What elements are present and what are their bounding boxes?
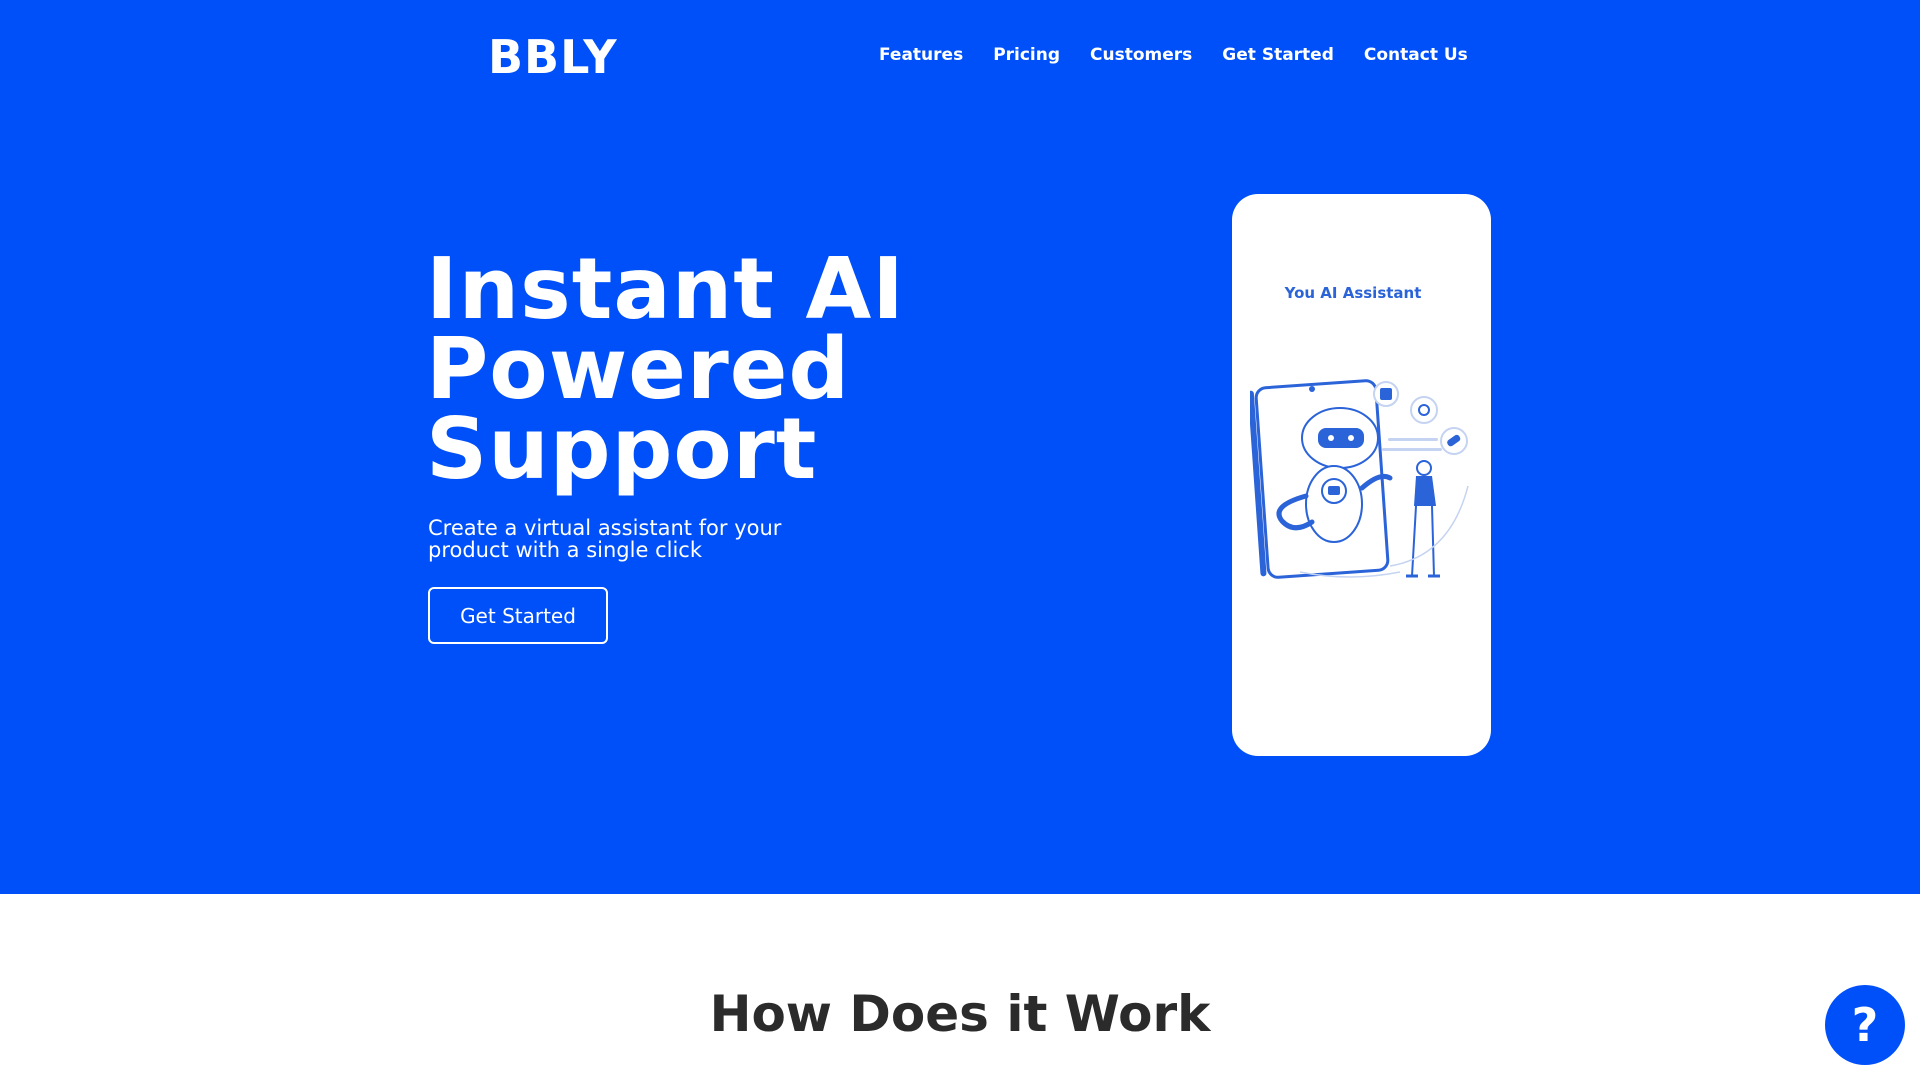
help-button[interactable]: ? xyxy=(1825,985,1905,1065)
nav-item-get-started[interactable]: Get Started xyxy=(1222,45,1334,65)
get-started-button[interactable]: Get Started xyxy=(428,587,608,644)
robot-assistant-illustration xyxy=(1250,379,1469,579)
nav-item-customers[interactable]: Customers xyxy=(1090,45,1192,65)
phone-mockup: You AI Assistant xyxy=(1232,194,1491,756)
hero-section: BBLY Features Pricing Customers Get Star… xyxy=(0,0,1920,894)
hero-headline: Instant AI Powered Support xyxy=(426,240,905,499)
logo[interactable]: BBLY xyxy=(488,30,618,84)
headline-line-3: Support xyxy=(426,400,818,499)
headline-line-2: Powered xyxy=(426,320,851,419)
hero-subline: Create a virtual assistant for your prod… xyxy=(428,516,782,562)
main-nav: Features Pricing Customers Get Started C… xyxy=(879,45,1468,65)
phone-title: You AI Assistant xyxy=(1284,284,1422,302)
how-it-works-title: How Does it Work xyxy=(709,985,1211,1043)
nav-item-pricing[interactable]: Pricing xyxy=(993,45,1060,65)
question-icon: ? xyxy=(1851,998,1879,1052)
nav-item-contact-us[interactable]: Contact Us xyxy=(1364,45,1468,65)
headline-line-1: Instant AI xyxy=(426,240,905,339)
nav-item-features[interactable]: Features xyxy=(879,45,963,65)
